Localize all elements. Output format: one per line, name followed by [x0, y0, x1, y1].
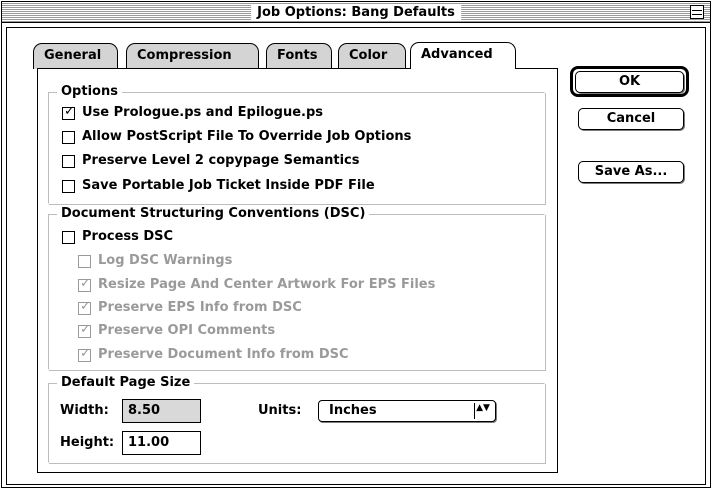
- checkbox-box[interactable]: ✓: [78, 299, 91, 315]
- checkbox-label: Allow PostScript File To Override Job Op…: [82, 129, 412, 144]
- tab-color[interactable]: Color: [338, 43, 406, 69]
- cancel-button[interactable]: Cancel: [578, 108, 684, 130]
- checkbox-label: Save Portable Job Ticket Inside PDF File: [82, 178, 375, 193]
- tab-general-label: General: [44, 48, 102, 63]
- checkbox-box[interactable]: [62, 231, 75, 244]
- tab-general[interactable]: General: [33, 43, 118, 69]
- checkbox-label: Use Prologue.ps and Epilogue.ps: [82, 105, 324, 120]
- tab-color-label: Color: [349, 48, 388, 63]
- checkmark-icon: ✓: [80, 276, 91, 291]
- window-title: Job Options: Bang Defaults: [251, 4, 461, 21]
- checkbox-box[interactable]: [78, 255, 91, 268]
- tab-compression[interactable]: Compression: [126, 43, 259, 69]
- checkbox-label: Log DSC Warnings: [98, 253, 233, 268]
- tab-advanced-label: Advanced: [421, 47, 493, 62]
- width-field[interactable]: 8.50: [122, 399, 201, 423]
- popup-arrows-icon: ▲▼: [474, 403, 491, 419]
- checkmark-icon: ✓: [64, 104, 75, 119]
- checkbox-label: Resize Page And Center Artwork For EPS F…: [98, 277, 436, 292]
- collapse-box-icon[interactable]: [690, 5, 704, 19]
- units-popup[interactable]: Inches ▲▼: [318, 400, 496, 422]
- tab-fonts-label: Fonts: [277, 48, 318, 63]
- checkbox-box[interactable]: [62, 131, 75, 144]
- page-size-group-title: Default Page Size: [57, 375, 195, 390]
- dsc-group-title: Document Structuring Conventions (DSC): [57, 206, 370, 221]
- checkmark-icon: ✓: [80, 299, 91, 314]
- tab-compression-label: Compression: [137, 48, 232, 63]
- checkbox-box[interactable]: ✓: [62, 104, 75, 120]
- checkbox-box[interactable]: ✓: [78, 346, 91, 362]
- options-group-title: Options: [57, 84, 122, 99]
- checkbox-box[interactable]: ✓: [78, 322, 91, 338]
- ok-button[interactable]: OK: [575, 71, 684, 93]
- tab-fonts[interactable]: Fonts: [266, 43, 332, 69]
- units-label: Units:: [258, 403, 302, 418]
- checkmark-icon: ✓: [80, 322, 91, 337]
- checkbox-box[interactable]: ✓: [78, 276, 91, 292]
- checkbox-label: Preserve Document Info from DSC: [98, 347, 349, 362]
- width-label: Width:: [60, 403, 109, 418]
- height-field[interactable]: 11.00: [122, 431, 201, 455]
- checkbox-label: Preserve Level 2 copypage Semantics: [82, 153, 360, 168]
- checkbox-label: Preserve EPS Info from DSC: [98, 300, 302, 315]
- height-label: Height:: [60, 435, 115, 450]
- checkmark-icon: ✓: [80, 346, 91, 361]
- checkbox-label: Process DSC: [82, 229, 174, 244]
- checkbox-box[interactable]: [62, 180, 75, 193]
- tab-advanced[interactable]: Advanced: [410, 42, 516, 69]
- checkbox-label: Preserve OPI Comments: [98, 323, 276, 338]
- title-bar[interactable]: Job Options: Bang Defaults: [2, 2, 710, 23]
- save-as-button[interactable]: Save As...: [578, 161, 684, 183]
- units-value: Inches: [329, 403, 377, 418]
- checkbox-box[interactable]: [62, 155, 75, 168]
